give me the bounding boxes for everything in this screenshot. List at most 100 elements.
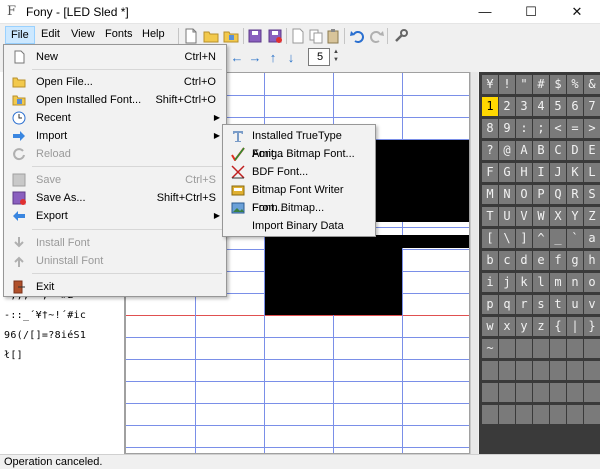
- glyph-cell[interactable]: p: [482, 295, 498, 314]
- glyph-cell[interactable]: a: [584, 229, 600, 248]
- glyph-cell[interactable]: u: [567, 295, 583, 314]
- glyph-cell[interactable]: I: [533, 163, 549, 182]
- glyph-cell[interactable]: J: [550, 163, 566, 182]
- glyph-cell-selected[interactable]: 1: [482, 97, 498, 116]
- glyph-cell[interactable]: q: [499, 295, 515, 314]
- undo-icon[interactable]: [350, 28, 366, 44]
- glyph-cell[interactable]: \: [499, 229, 515, 248]
- glyph-cell[interactable]: [482, 361, 498, 380]
- glyph-cell[interactable]: |: [567, 317, 583, 336]
- glyph-cell[interactable]: [516, 405, 532, 424]
- menu-item-save[interactable]: Save Ctrl+S: [6, 171, 224, 189]
- glyph-cell[interactable]: Z: [584, 207, 600, 226]
- glyph-cell[interactable]: $: [550, 75, 566, 94]
- menu-item-open-installed-font[interactable]: Open Installed Font... Shift+Ctrl+O: [6, 91, 224, 109]
- close-button[interactable]: ✕: [554, 0, 600, 24]
- save-icon[interactable]: [247, 28, 263, 44]
- glyph-cell[interactable]: [567, 405, 583, 424]
- glyph-cell[interactable]: [567, 383, 583, 402]
- glyph-cell[interactable]: T: [482, 207, 498, 226]
- glyph-cell[interactable]: R: [567, 185, 583, 204]
- glyph-cell[interactable]: [516, 339, 532, 358]
- glyph-cell[interactable]: m: [550, 273, 566, 292]
- menu-file[interactable]: File: [5, 26, 35, 44]
- glyph-cell[interactable]: g: [567, 251, 583, 270]
- submenu-item-bitmap-font-writer[interactable]: Bitmap Font Writer Font...: [225, 181, 373, 214]
- glyph-cell[interactable]: ]: [516, 229, 532, 248]
- glyph-cell[interactable]: k: [516, 273, 532, 292]
- glyph-cell[interactable]: ;: [533, 119, 549, 138]
- glyph-cell[interactable]: l: [533, 273, 549, 292]
- glyph-cell[interactable]: G: [499, 163, 515, 182]
- settings-wrench-icon[interactable]: [393, 28, 409, 44]
- glyph-cell[interactable]: @: [499, 141, 515, 160]
- glyph-cell[interactable]: #: [533, 75, 549, 94]
- glyph-cell[interactable]: y: [516, 317, 532, 336]
- glyph-cell[interactable]: U: [499, 207, 515, 226]
- glyph-cell[interactable]: 5: [550, 97, 566, 116]
- menu-help[interactable]: Help: [137, 26, 170, 44]
- glyph-cell[interactable]: =: [567, 119, 583, 138]
- glyph-cell[interactable]: D: [567, 141, 583, 160]
- open-installed-icon[interactable]: [223, 28, 239, 44]
- glyph-cell[interactable]: [533, 383, 549, 402]
- glyph-cell[interactable]: [499, 383, 515, 402]
- glyph-cell[interactable]: ^: [533, 229, 549, 248]
- menu-item-import[interactable]: Import ▶: [6, 127, 224, 145]
- glyph-cell[interactable]: ": [516, 75, 532, 94]
- glyph-cell[interactable]: [550, 339, 566, 358]
- glyph-cell[interactable]: [567, 361, 583, 380]
- glyph-cell[interactable]: [533, 405, 549, 424]
- glyph-cell[interactable]: 8: [482, 119, 498, 138]
- glyph-cell[interactable]: t: [550, 295, 566, 314]
- open-folder-icon[interactable]: [203, 28, 219, 44]
- glyph-cell[interactable]: v: [584, 295, 600, 314]
- glyph-cell[interactable]: C: [550, 141, 566, 160]
- glyph-cell[interactable]: W: [533, 207, 549, 226]
- glyph-cell[interactable]: >: [584, 119, 600, 138]
- menu-item-uninstall-font[interactable]: Uninstall Font: [6, 252, 224, 270]
- glyph-cell[interactable]: &: [584, 75, 600, 94]
- menu-item-export[interactable]: Export ▶: [6, 207, 224, 225]
- glyph-cell[interactable]: r: [516, 295, 532, 314]
- glyph-cell[interactable]: x: [499, 317, 515, 336]
- glyph-cell[interactable]: h: [584, 251, 600, 270]
- glyph-cell[interactable]: ?: [482, 141, 498, 160]
- glyph-cell[interactable]: K: [567, 163, 583, 182]
- menu-item-exit[interactable]: Exit: [6, 278, 224, 296]
- glyph-cell[interactable]: [516, 361, 532, 380]
- glyph-cell[interactable]: [499, 339, 515, 358]
- glyph-cell[interactable]: %: [567, 75, 583, 94]
- glyph-cell[interactable]: [482, 405, 498, 424]
- glyph-cell[interactable]: 4: [533, 97, 549, 116]
- glyph-cell[interactable]: M: [482, 185, 498, 204]
- glyph-cell[interactable]: Y: [567, 207, 583, 226]
- glyph-cell[interactable]: ~: [482, 339, 498, 358]
- glyph-cell[interactable]: z: [533, 317, 549, 336]
- glyph-cell[interactable]: f: [550, 251, 566, 270]
- glyph-cell[interactable]: O: [516, 185, 532, 204]
- menu-view[interactable]: View: [66, 26, 100, 44]
- glyph-cell[interactable]: [550, 383, 566, 402]
- glyph-cell[interactable]: :: [516, 119, 532, 138]
- glyph-cell[interactable]: [499, 405, 515, 424]
- glyph-cell[interactable]: [584, 383, 600, 402]
- glyph-cell[interactable]: N: [499, 185, 515, 204]
- glyph-cell[interactable]: [550, 361, 566, 380]
- menu-fonts[interactable]: Fonts: [100, 26, 138, 44]
- menu-item-new[interactable]: New Ctrl+N: [6, 48, 224, 66]
- glyph-cell[interactable]: 9: [499, 119, 515, 138]
- glyph-cell[interactable]: B: [533, 141, 549, 160]
- glyph-cell[interactable]: o: [584, 273, 600, 292]
- glyph-cell[interactable]: s: [533, 295, 549, 314]
- save-as-icon[interactable]: [267, 28, 283, 44]
- shift-left-icon[interactable]: ←: [230, 51, 244, 65]
- glyph-cell[interactable]: [533, 339, 549, 358]
- glyph-cell[interactable]: [550, 405, 566, 424]
- glyph-cell[interactable]: [482, 383, 498, 402]
- submenu-item-bdf[interactable]: BDF Font...: [225, 163, 373, 181]
- glyph-cell[interactable]: w: [482, 317, 498, 336]
- glyph-cell[interactable]: e: [533, 251, 549, 270]
- glyph-cell[interactable]: b: [482, 251, 498, 270]
- cut-icon[interactable]: [290, 28, 306, 44]
